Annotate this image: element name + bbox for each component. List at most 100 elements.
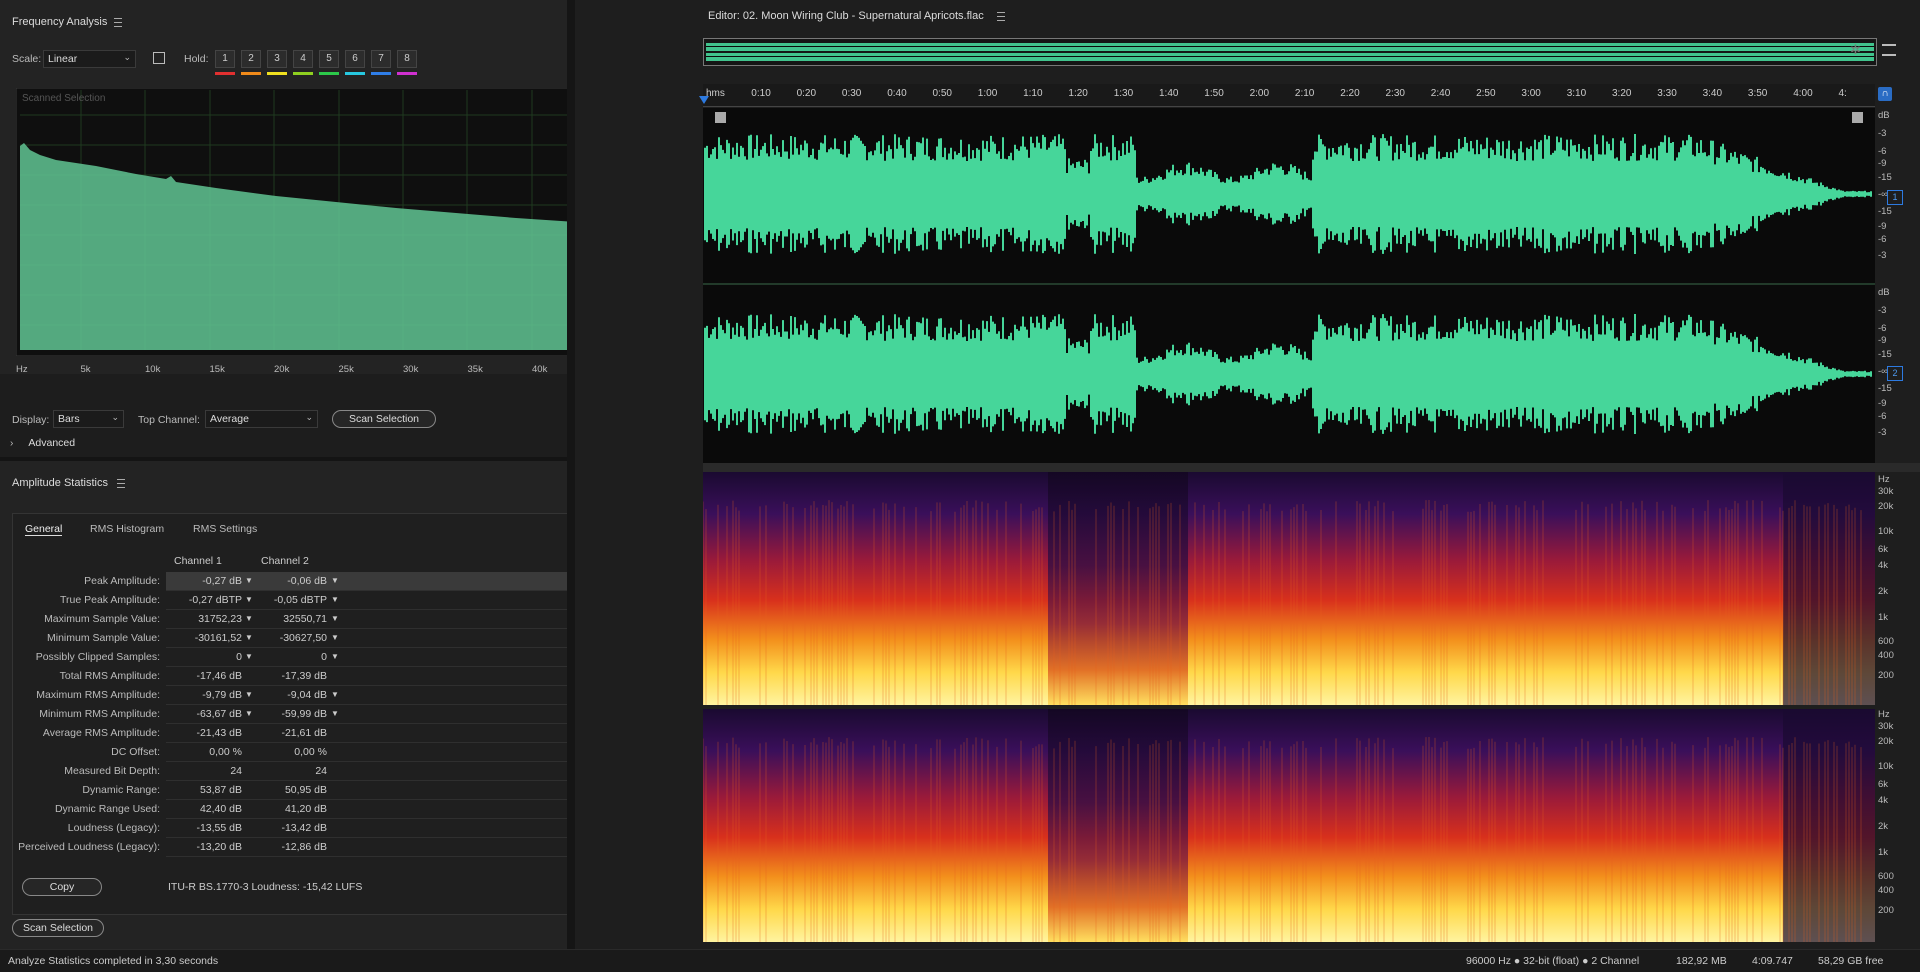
hold-button-3[interactable]: 3 (267, 50, 287, 68)
display-select[interactable]: Bars ⌄ (53, 410, 124, 428)
advanced-label: Advanced (28, 437, 76, 449)
hz-scale-label: 200 (1878, 670, 1894, 681)
stat-channel-1: 42,40 dB (199, 803, 242, 815)
hz-tick-label: 25k (338, 364, 354, 375)
hz-scale-label: 2k (1878, 821, 1889, 832)
copy-graph-icon[interactable] (153, 52, 165, 64)
hz-scale-label: 6k (1878, 779, 1889, 790)
tab-general[interactable]: General (25, 523, 63, 536)
hold-button-8[interactable]: 8 (397, 50, 417, 68)
timeline-label: 0:10 (751, 88, 771, 99)
spectral-view[interactable] (702, 472, 1875, 942)
db-scale-label: -9 (1878, 221, 1887, 232)
hold-color-2 (241, 72, 261, 75)
scale-select[interactable]: Linear ⌄ (43, 50, 136, 68)
timeline-label: 3:00 (1521, 88, 1541, 99)
stat-channel-2: -0,06 dB (287, 575, 327, 587)
headphone-icon[interactable]: ∩ (1878, 87, 1892, 101)
display-options-icon[interactable] (1882, 44, 1896, 56)
copy-button[interactable]: Copy (22, 878, 102, 896)
editor-menu-icon[interactable] (997, 12, 1005, 21)
marker-icon[interactable]: ▼ (245, 709, 253, 718)
fade-out-handle[interactable] (1852, 112, 1863, 123)
stat-channel-2: -59,99 dB (281, 708, 327, 720)
playhead-marker[interactable] (699, 96, 709, 104)
hold-button-4[interactable]: 4 (293, 50, 313, 68)
marker-icon[interactable]: ▼ (245, 595, 253, 604)
hz-scale-label: Hz (1878, 709, 1890, 720)
fade-in-handle[interactable] (715, 112, 726, 123)
timeline-ruler[interactable] (703, 84, 1875, 107)
spectrum-graph[interactable]: Scanned Selection (15, 87, 641, 357)
hz-scale-label: 4k (1878, 795, 1889, 806)
stat-channel-2: -30627,50 (279, 632, 327, 644)
hz-scale-label: 1k (1878, 847, 1889, 858)
top-channel-select-value: Average (210, 413, 249, 425)
hz-tick-label: 5k (80, 364, 91, 375)
editor-panel: Editor: 02. Moon Wiring Club - Supernatu… (575, 0, 1920, 949)
stat-label: Dynamic Range Used: (54, 803, 160, 815)
stat-channel-2: -21,61 dB (281, 727, 327, 739)
hold-button-7[interactable]: 7 (371, 50, 391, 68)
hold-button-2[interactable]: 2 (241, 50, 261, 68)
hz-tick-label: Hz (16, 364, 28, 375)
tab-rms-histogram[interactable]: RMS Histogram (90, 523, 164, 535)
timeline-label: 0:50 (932, 88, 952, 99)
marker-icon[interactable]: ▼ (331, 595, 339, 604)
hz-scale-label: 10k (1878, 761, 1894, 772)
timeline-label: 2:10 (1294, 88, 1315, 99)
stat-channel-1: -17,46 dB (196, 670, 242, 682)
hz-scale-label: 30k (1878, 486, 1894, 497)
top-channel-label: Top Channel: (138, 414, 200, 426)
marker-icon[interactable]: ▼ (331, 633, 339, 642)
table-row: Peak Amplitude: -0,27 dB -0,06 dB ▼ ▼ (0, 572, 654, 591)
scale-label: Scale: (12, 53, 42, 65)
marker-icon[interactable]: ▼ (331, 652, 339, 661)
marker-icon[interactable]: ▼ (331, 614, 339, 623)
stat-label: Measured Bit Depth: (64, 765, 160, 777)
hold-color-7 (371, 72, 391, 75)
advanced-toggle[interactable]: › Advanced (10, 437, 75, 449)
zoom-icon[interactable]: ✲ (1850, 42, 1861, 58)
channel-2-badge[interactable]: 2 (1887, 366, 1903, 381)
chevron-down-icon: ⌄ (305, 412, 313, 422)
marker-icon[interactable]: ▼ (245, 652, 253, 661)
hz-scale-label: Hz (1878, 474, 1890, 485)
scan-selection-button-stats[interactable]: Scan Selection (12, 919, 104, 937)
waveform-view[interactable] (703, 108, 1875, 463)
marker-icon[interactable]: ▼ (331, 576, 339, 585)
marker-icon[interactable]: ▼ (331, 709, 339, 718)
view-splitter[interactable] (703, 463, 1920, 472)
tab-rms-settings[interactable]: RMS Settings (193, 523, 257, 535)
hold-button-5[interactable]: 5 (319, 50, 339, 68)
panel-menu-icon[interactable] (114, 18, 122, 27)
hz-scale-label: 400 (1878, 885, 1894, 896)
marker-icon[interactable]: ▼ (245, 576, 253, 585)
spectrogram-channel (703, 472, 1875, 705)
table-row: Maximum RMS Amplitude: -9,79 dB -9,04 dB ▼ ▼ (0, 686, 654, 705)
hold-button-1[interactable]: 1 (215, 50, 235, 68)
top-channel-select[interactable]: Average ⌄ (205, 410, 318, 428)
timeline-label: 3:10 (1566, 88, 1587, 99)
db-scale-label: -6 (1878, 323, 1887, 334)
timeline-label: 2:50 (1476, 88, 1496, 99)
panel-menu-icon[interactable] (117, 479, 125, 488)
hold-color-4 (293, 72, 313, 75)
hold-button-6[interactable]: 6 (345, 50, 365, 68)
overview-svg (706, 43, 1874, 61)
channel-1-badge[interactable]: 1 (1887, 190, 1903, 205)
marker-icon[interactable]: ▼ (245, 614, 253, 623)
stat-channel-1: 24 (230, 765, 242, 777)
panel-title-amplitude-statistics: Amplitude Statistics (12, 477, 108, 489)
marker-icon[interactable]: ▼ (245, 633, 253, 642)
marker-icon[interactable]: ▼ (245, 690, 253, 699)
hz-scale-label: 600 (1878, 636, 1894, 647)
marker-icon[interactable]: ▼ (331, 690, 339, 699)
stat-channel-1: -0,27 dB (202, 575, 242, 587)
timeline-label: 4: (1838, 88, 1847, 99)
timeline-label: 3:50 (1747, 88, 1768, 99)
overview-waveform[interactable] (703, 38, 1877, 66)
stat-channel-1: -9,79 dB (202, 689, 242, 701)
table-row: True Peak Amplitude: -0,27 dBTP -0,05 dBTP… (0, 591, 654, 610)
scan-selection-button-freq[interactable]: Scan Selection (332, 410, 436, 428)
